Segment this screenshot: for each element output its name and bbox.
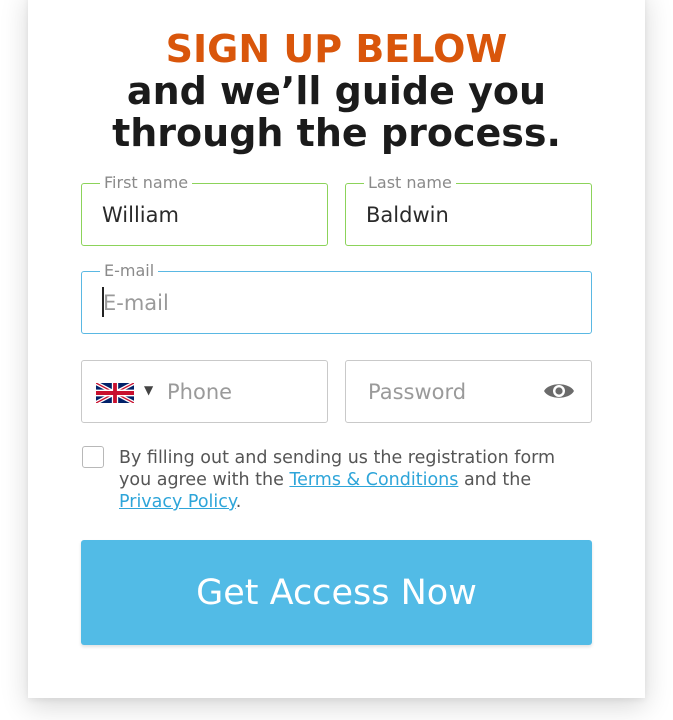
get-access-button[interactable]: Get Access Now bbox=[81, 540, 592, 645]
country-dropdown-icon[interactable]: ▼ bbox=[144, 383, 153, 397]
consent-text-middle: and the bbox=[458, 470, 532, 490]
email-placeholder: E-mail bbox=[103, 290, 169, 315]
consent-checkbox[interactable] bbox=[82, 446, 104, 468]
first-name-field[interactable]: First name William bbox=[81, 174, 328, 246]
headline: SIGN UP BELOW and we’ll guide you throug… bbox=[0, 28, 673, 154]
last-name-field[interactable]: Last name Baldwin bbox=[345, 174, 592, 246]
password-field[interactable]: Password bbox=[345, 360, 592, 423]
terms-link[interactable]: Terms & Conditions bbox=[289, 470, 458, 490]
last-name-value: Baldwin bbox=[366, 202, 449, 227]
phone-field[interactable]: ▼ Phone bbox=[81, 360, 328, 423]
consent-text-after: . bbox=[235, 492, 242, 512]
uk-flag-icon[interactable] bbox=[96, 383, 134, 403]
first-name-value: William bbox=[102, 202, 179, 227]
eye-icon[interactable] bbox=[543, 379, 575, 403]
consent-text: By filling out and sending us the regist… bbox=[119, 447, 579, 513]
get-access-label: Get Access Now bbox=[196, 572, 477, 613]
headline-line-2: through the process. bbox=[112, 111, 561, 155]
email-field[interactable]: E-mail E-mail bbox=[81, 262, 592, 334]
phone-placeholder: Phone bbox=[167, 379, 233, 404]
privacy-link[interactable]: Privacy Policy bbox=[119, 492, 236, 512]
password-placeholder: Password bbox=[368, 379, 467, 404]
headline-accent: SIGN UP BELOW bbox=[165, 27, 508, 71]
headline-line-1: and we’ll guide you bbox=[126, 69, 547, 113]
